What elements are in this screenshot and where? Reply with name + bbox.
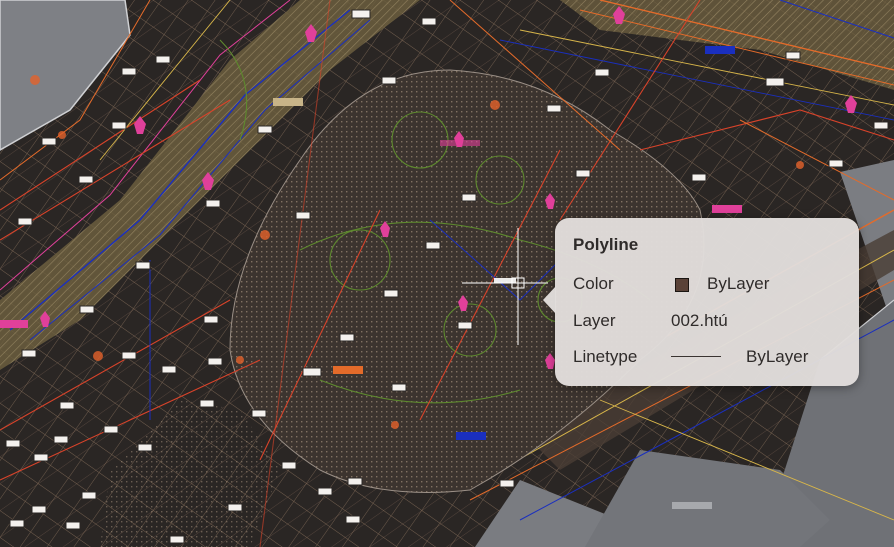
tooltip-color-value: ByLayer [707,274,770,293]
object-tooltip: Polyline Color ByLayer Layer 002.htú Lin… [543,218,859,386]
tooltip-layer-label: Layer [573,311,616,330]
tooltip-title: Polyline [573,235,639,254]
tooltip-color-label: Color [573,274,614,293]
color-swatch-icon [675,278,689,292]
linetype-sample-icon [671,356,721,357]
tooltip-linetype-label: Linetype [573,347,638,366]
tooltip-layer-value: 002.htú [671,311,728,330]
tooltip-linetype-value: ByLayer [746,347,809,366]
